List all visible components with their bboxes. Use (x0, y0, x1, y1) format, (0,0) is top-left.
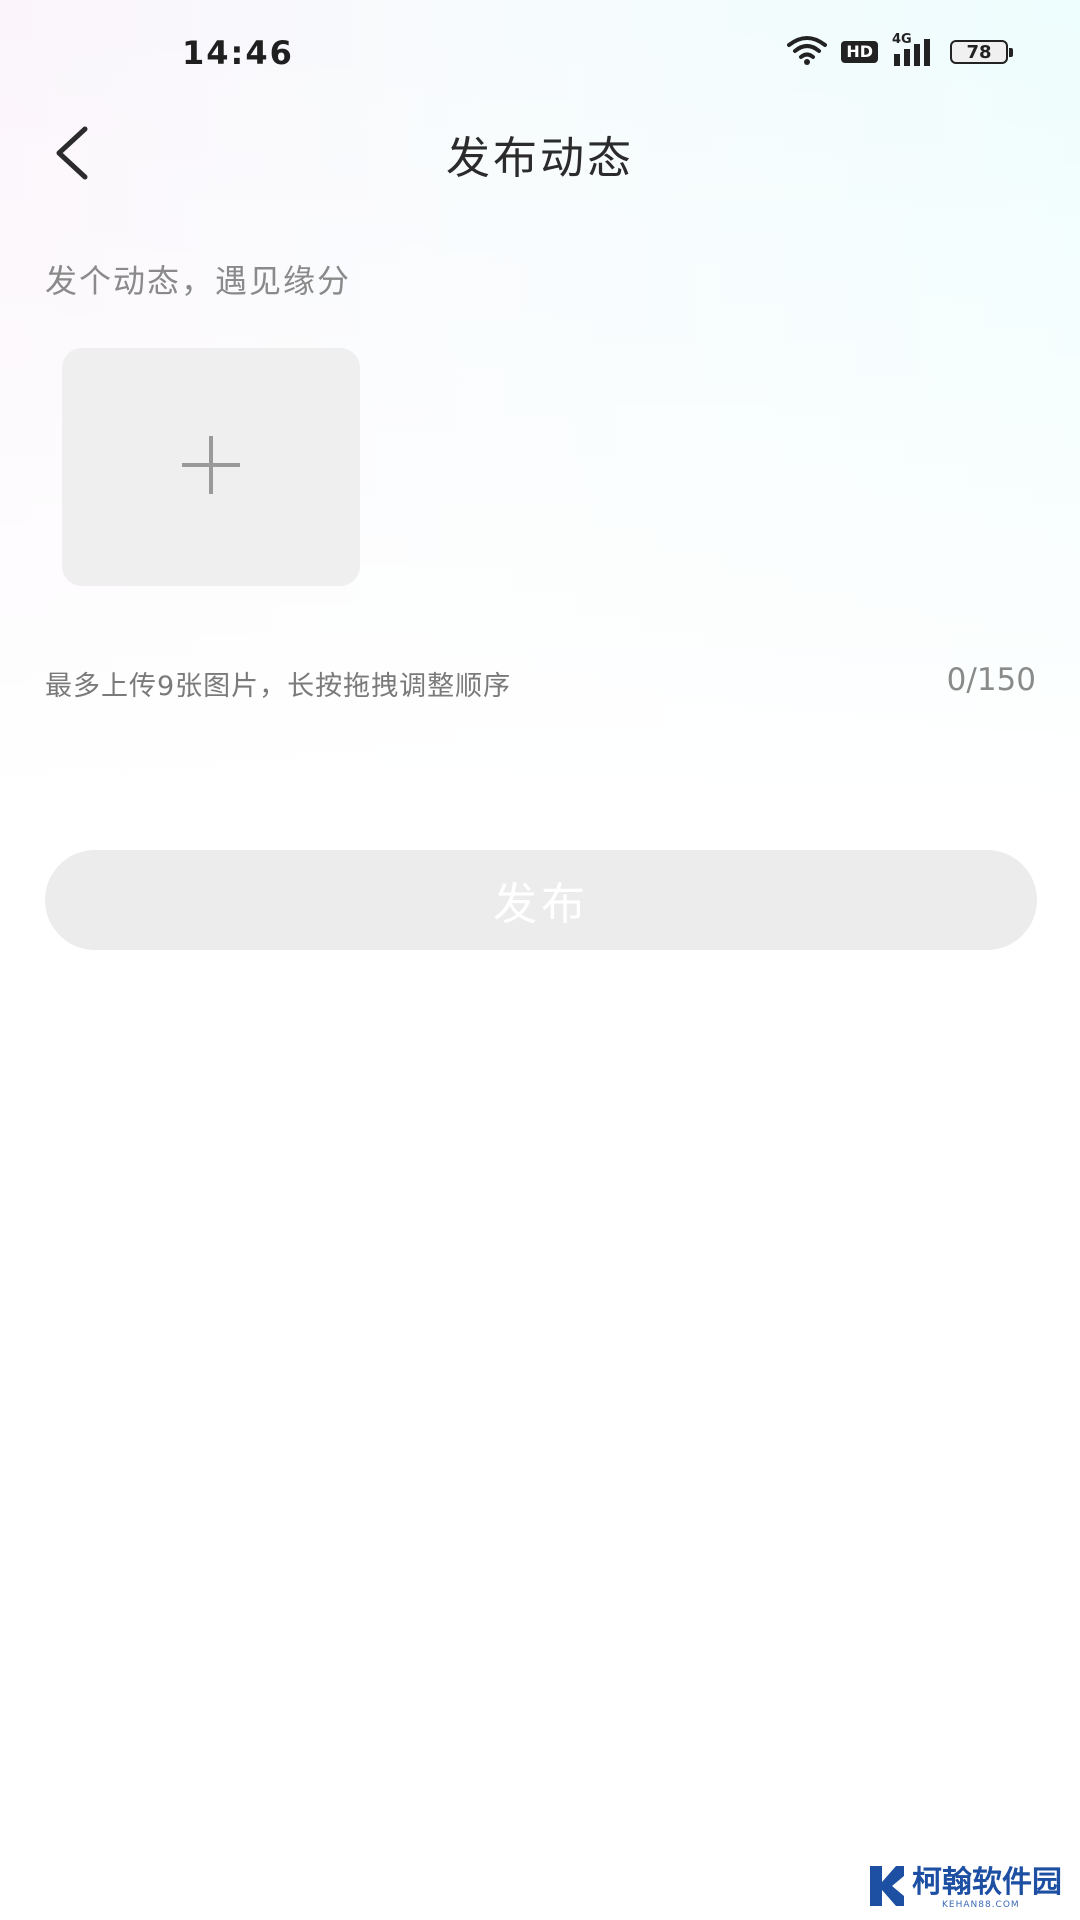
publish-button[interactable]: 发布 (45, 850, 1037, 950)
plus-icon (176, 430, 246, 504)
battery-icon: 78 (950, 40, 1013, 64)
watermark: 柯翰软件园 KEHAN88.COM (866, 1864, 1062, 1912)
watermark-text: 柯翰软件园 KEHAN88.COM (912, 1865, 1062, 1911)
watermark-name: 柯翰软件园 (912, 1865, 1062, 1900)
add-photo-button[interactable] (62, 348, 360, 586)
status-bar: 14:46 HD 4G 78 (0, 0, 1080, 100)
header: 发布动态 (0, 100, 1080, 210)
watermark-logo (866, 1864, 906, 1912)
hd-badge: HD (841, 41, 878, 63)
status-time: 14:46 (182, 34, 294, 72)
wifi-icon (787, 35, 828, 69)
battery-level: 78 (966, 41, 992, 63)
page-title: 发布动态 (446, 133, 634, 184)
signal-icon: 4G (892, 32, 936, 68)
post-text-input[interactable]: 发个动态，遇见缘分 (45, 256, 351, 302)
upload-hint: 最多上传9张图片，长按拖拽调整顺序 (45, 671, 512, 702)
watermark-url: KEHAN88.COM (942, 1900, 1020, 1910)
status-icons: HD 4G 78 (787, 32, 1013, 70)
char-count: 0/150 (946, 662, 1036, 698)
